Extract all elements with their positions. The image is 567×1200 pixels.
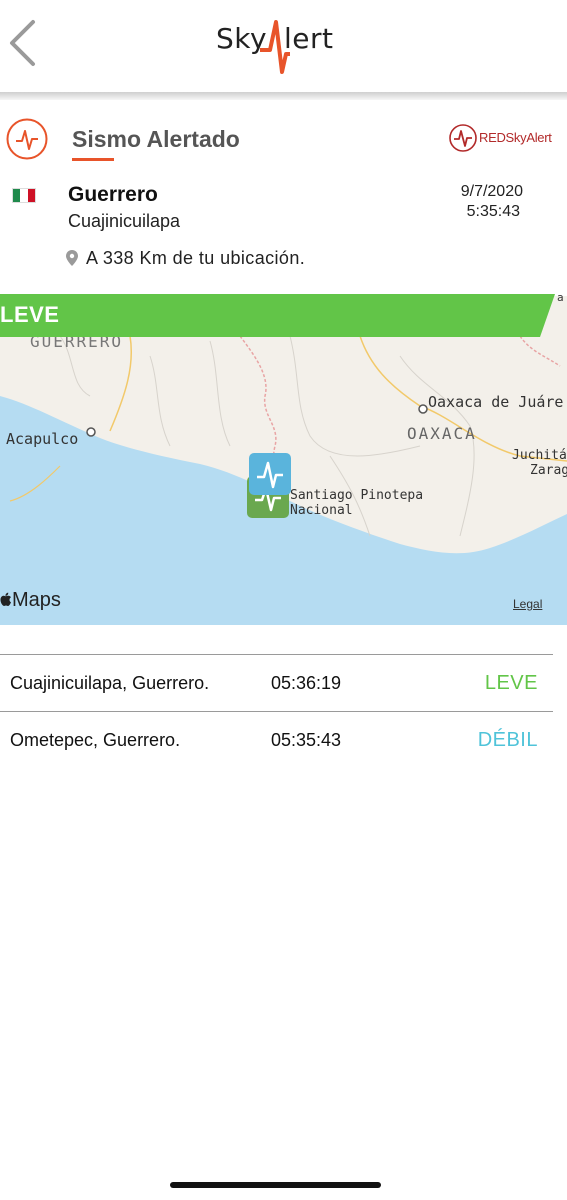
intensity-banner: a — [0, 294, 564, 337]
maps-brand-text: Maps — [12, 589, 61, 611]
mexico-flag-icon — [12, 188, 36, 203]
top-bar: Sky lert — [0, 0, 567, 94]
back-chevron-icon[interactable] — [6, 18, 46, 70]
red-skyalert-logo: REDSkyAlert — [448, 123, 556, 153]
map-label-zaragoza: Zarag — [530, 463, 567, 478]
map-label-juchitan: Juchitán — [512, 448, 567, 463]
map-label-santiago: Santiago Pinotepa — [290, 488, 424, 503]
map-label-oaxaca-state: OAXACA — [407, 424, 477, 443]
red-logo-pulse-icon — [449, 124, 477, 152]
map-view[interactable]: GUERRERO Acapulco Oaxaca de Juáre OAXACA… — [0, 296, 567, 625]
quake-alert-icon — [6, 118, 48, 160]
report-place: Ometepec, Guerrero. — [10, 730, 181, 750]
epicenter-marker-blue[interactable] — [249, 453, 291, 495]
table-divider — [0, 711, 553, 712]
map-label-acapulco: Acapulco — [6, 430, 79, 448]
red-logo-text: REDSkyAlert — [479, 130, 552, 145]
skyalert-logo: Sky lert — [212, 10, 337, 78]
report-place: Cuajinicuilapa, Guerrero. — [10, 673, 210, 693]
report-level: DÉBIL — [477, 729, 538, 751]
title-underline — [72, 158, 114, 161]
event-date: 9/7/2020 — [460, 183, 523, 200]
event-state: Guerrero — [68, 183, 158, 206]
event-city: Cuajinicuilapa — [68, 211, 181, 231]
map-label-nacional: Nacional — [290, 503, 353, 518]
table-divider-top — [0, 654, 553, 655]
logo-text-lert: lert — [284, 22, 334, 55]
svg-text:a: a — [557, 294, 564, 304]
home-indicator[interactable] — [170, 1182, 381, 1188]
legal-link[interactable]: Legal — [513, 597, 542, 611]
top-bar-shadow — [0, 92, 567, 100]
event-distance: A 338 Km de tu ubicación. — [86, 248, 306, 268]
report-level: LEVE — [484, 672, 538, 694]
pulse-icon — [257, 461, 283, 489]
apple-maps-brand: Maps — [0, 589, 61, 612]
event-time: 5:35:43 — [466, 203, 520, 220]
report-time: 05:36:19 — [271, 673, 342, 693]
intensity-level: LEVE — [0, 302, 60, 327]
location-pin-icon — [66, 250, 78, 266]
apple-logo-icon — [0, 592, 11, 606]
report-time: 05:35:43 — [271, 730, 342, 750]
page-title: Sismo Alertado — [72, 126, 240, 152]
map-label-oaxaca-city: Oaxaca de Juáre — [428, 393, 564, 411]
